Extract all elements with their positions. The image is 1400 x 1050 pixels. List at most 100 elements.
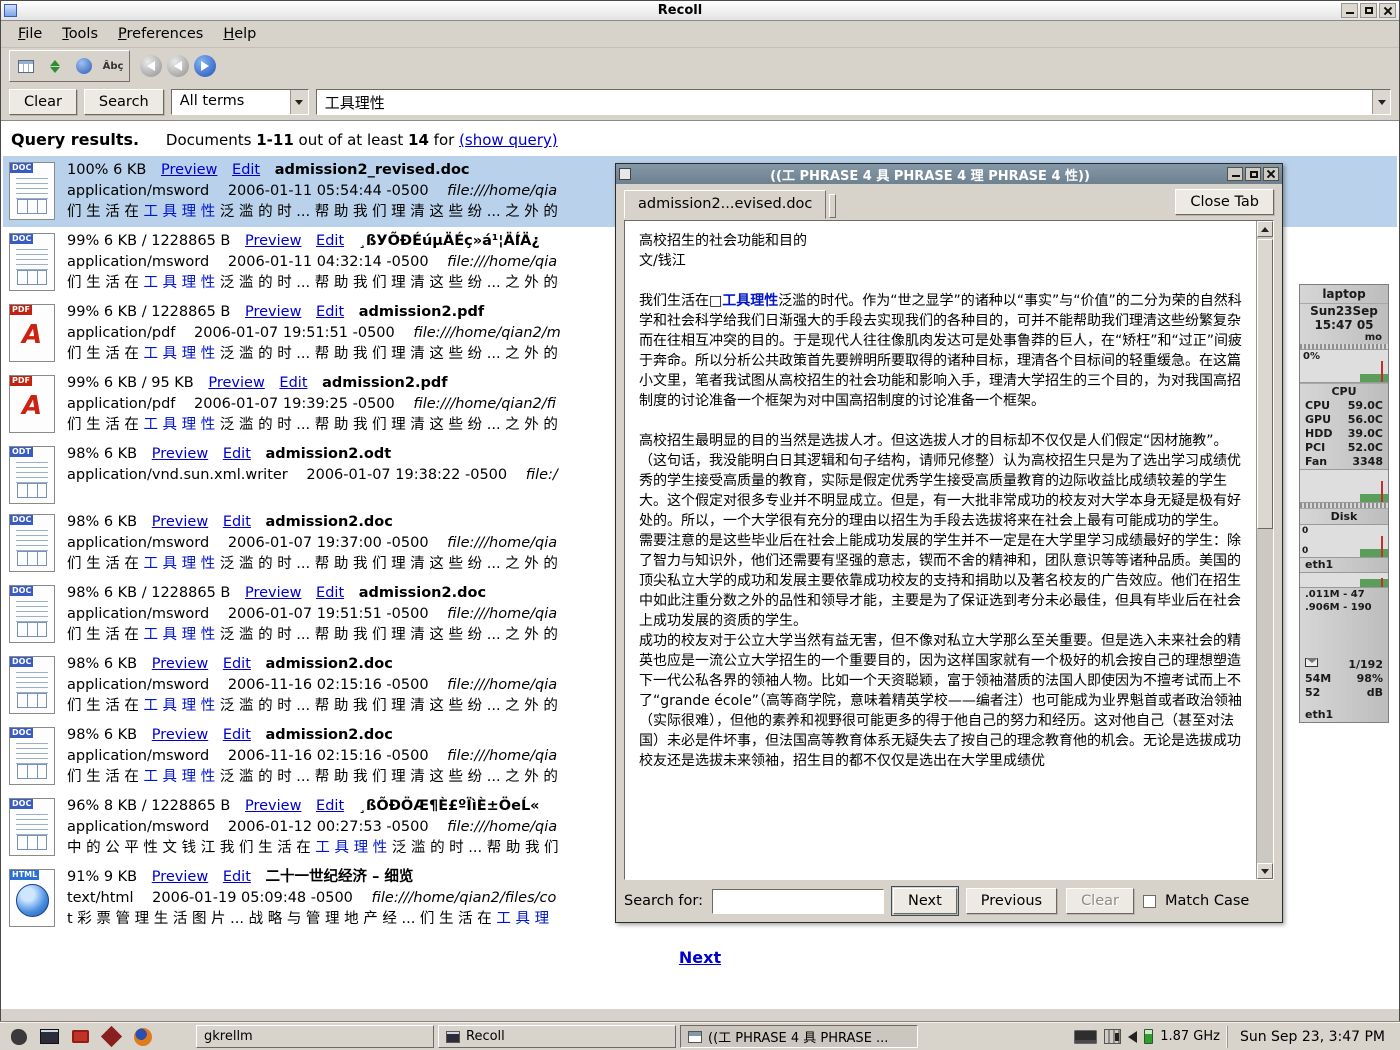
result-url: file:///home/qia bbox=[447, 535, 557, 551]
result-relevance-size: 100% 6 KB bbox=[67, 162, 146, 178]
scroll-up-button[interactable] bbox=[1257, 221, 1273, 237]
minimize-icon bbox=[1346, 12, 1354, 14]
taskbar-clock[interactable]: Sun Sep 23, 3:47 PM bbox=[1227, 1026, 1395, 1048]
match-case-checkbox[interactable] bbox=[1143, 895, 1156, 908]
highlighted-term: 工 具 理 性 bbox=[143, 627, 215, 643]
file-icon-art bbox=[16, 601, 48, 623]
disk-read-value: 0 bbox=[1302, 526, 1308, 536]
taskbar-task-preview[interactable]: ((工 PHRASE 4 具 PHRASE ... bbox=[680, 1025, 918, 1048]
task-icon bbox=[688, 1031, 702, 1043]
prev-page-button[interactable] bbox=[167, 55, 189, 77]
firefox-launcher-icon[interactable] bbox=[129, 1025, 156, 1049]
net-tx-total: .906M - 190 bbox=[1305, 601, 1372, 614]
close-tab-button[interactable]: Close Tab bbox=[1175, 189, 1274, 215]
preview-link[interactable]: Preview bbox=[245, 798, 301, 814]
preview-link[interactable]: Preview bbox=[208, 375, 264, 391]
edit-link[interactable]: Edit bbox=[223, 727, 251, 743]
preview-paragraph: 需要注意的是这些毕业后在社会上能成功发展的学生并不一定是在大学里学习成绩最好的学… bbox=[639, 531, 1242, 631]
search-query-input[interactable] bbox=[317, 90, 1372, 114]
refresh-button[interactable] bbox=[71, 54, 97, 78]
cpu-chart[interactable]: 0% bbox=[1300, 349, 1388, 383]
edit-link[interactable]: Edit bbox=[279, 375, 307, 391]
search-mode-select[interactable]: All terms bbox=[171, 89, 309, 115]
title-bar[interactable]: Recoll bbox=[1, 1, 1399, 21]
net-interface-label: eth1 bbox=[1305, 558, 1333, 572]
task-label: gkrellm bbox=[204, 1029, 253, 1044]
menu-launcher-icon[interactable] bbox=[5, 1025, 32, 1049]
scroll-down-button[interactable] bbox=[1257, 863, 1273, 879]
search-mode-dropdown[interactable] bbox=[290, 90, 308, 114]
taskbar-task-recoll[interactable]: Recoll bbox=[438, 1025, 676, 1048]
volume-icon[interactable] bbox=[1128, 1031, 1137, 1043]
preview-paragraph: 高校招生的社会功能和目的 bbox=[639, 231, 1242, 251]
preview-link[interactable]: Preview bbox=[152, 446, 208, 462]
preview-tab[interactable]: admission2...evised.doc bbox=[624, 190, 826, 219]
edit-link[interactable]: Edit bbox=[316, 304, 344, 320]
next-page-button[interactable] bbox=[194, 55, 216, 77]
clear-button[interactable]: Clear bbox=[9, 89, 77, 115]
result-mime-type: application/msword bbox=[67, 254, 209, 270]
taskbar-task-gkrellm[interactable]: gkrellm bbox=[196, 1025, 434, 1048]
find-input[interactable] bbox=[712, 889, 884, 914]
preview-link[interactable]: Preview bbox=[161, 162, 217, 178]
edit-link[interactable]: Edit bbox=[223, 869, 251, 885]
preview-link[interactable]: Preview bbox=[152, 727, 208, 743]
preview-link[interactable]: Preview bbox=[245, 233, 301, 249]
volume-value: 52 bbox=[1305, 686, 1320, 700]
battery-icon[interactable] bbox=[1144, 1029, 1153, 1044]
file-icon-art bbox=[16, 814, 48, 836]
result-mime-type: application/msword bbox=[67, 819, 209, 835]
volume-unit: dB bbox=[1367, 686, 1383, 700]
preview-link[interactable]: Preview bbox=[245, 585, 301, 601]
edit-link[interactable]: Edit bbox=[223, 514, 251, 530]
keyboard-indicator-icon[interactable] bbox=[1074, 1030, 1097, 1044]
next-results-link[interactable]: Next bbox=[679, 948, 721, 967]
disk-chart[interactable]: 0 0 bbox=[1300, 524, 1388, 558]
find-next-button[interactable]: Next bbox=[893, 888, 957, 914]
preview-link[interactable]: Preview bbox=[245, 304, 301, 320]
search-button[interactable]: Search bbox=[84, 89, 164, 115]
show-query-link[interactable]: (show query) bbox=[459, 131, 558, 149]
preview-link[interactable]: Preview bbox=[152, 869, 208, 885]
close-button[interactable] bbox=[1379, 3, 1396, 18]
menu-tools[interactable]: Tools bbox=[53, 23, 107, 45]
result-url: file:///home/qia bbox=[447, 819, 557, 835]
globe-icon bbox=[76, 58, 92, 74]
menu-help[interactable]: Help bbox=[214, 23, 265, 45]
preview-title-bar[interactable]: ((工 PHRASE 4 具 PHRASE 4 理 PHRASE 4 性)) bbox=[616, 164, 1282, 184]
menu-file[interactable]: File bbox=[9, 23, 51, 45]
preview-close-button[interactable] bbox=[1263, 167, 1279, 181]
edit-link[interactable]: Edit bbox=[316, 233, 344, 249]
temperature-chart[interactable] bbox=[1300, 469, 1388, 503]
edit-link[interactable]: Edit bbox=[223, 446, 251, 462]
query-history-dropdown[interactable] bbox=[1372, 90, 1390, 114]
term-explorer-button[interactable]: Âbç bbox=[100, 54, 126, 78]
preview-minimize-button[interactable] bbox=[1227, 167, 1243, 181]
preview-scrollbar[interactable] bbox=[1256, 221, 1273, 879]
edit-link[interactable]: Edit bbox=[316, 798, 344, 814]
doc-history-button[interactable] bbox=[13, 54, 39, 78]
edit-link[interactable]: Edit bbox=[316, 585, 344, 601]
first-page-button[interactable] bbox=[140, 55, 162, 77]
maximize-button[interactable] bbox=[1360, 3, 1377, 18]
menu-preferences[interactable]: Preferences bbox=[109, 23, 212, 45]
net-chart[interactable] bbox=[1300, 572, 1388, 588]
file-icon-art bbox=[16, 884, 49, 917]
file-type-badge: PDF bbox=[10, 305, 32, 315]
edit-link[interactable]: Edit bbox=[223, 656, 251, 672]
find-previous-button[interactable]: Previous bbox=[966, 888, 1057, 914]
preview-text[interactable]: 高校招生的社会功能和目的文/钱江 我们生活在□工具理性泛滥的时代。作为“世之显学… bbox=[625, 221, 1256, 879]
preview-maximize-button[interactable] bbox=[1245, 167, 1261, 181]
preview-window-title: ((工 PHRASE 4 具 PHRASE 4 理 PHRASE 4 性)) bbox=[635, 165, 1225, 184]
minimize-button[interactable] bbox=[1341, 3, 1358, 18]
preview-link[interactable]: Preview bbox=[152, 514, 208, 530]
mail-launcher-icon[interactable] bbox=[98, 1025, 125, 1049]
terminal-launcher-icon[interactable] bbox=[36, 1025, 63, 1049]
sort-parameters-button[interactable] bbox=[42, 54, 68, 78]
file-icon-art bbox=[16, 530, 48, 552]
snapshot-launcher-icon[interactable] bbox=[67, 1025, 94, 1049]
arrow-up-icon bbox=[1261, 227, 1269, 232]
preview-link[interactable]: Preview bbox=[152, 656, 208, 672]
edit-link[interactable]: Edit bbox=[232, 162, 260, 178]
scrollbar-thumb[interactable] bbox=[1257, 239, 1273, 529]
